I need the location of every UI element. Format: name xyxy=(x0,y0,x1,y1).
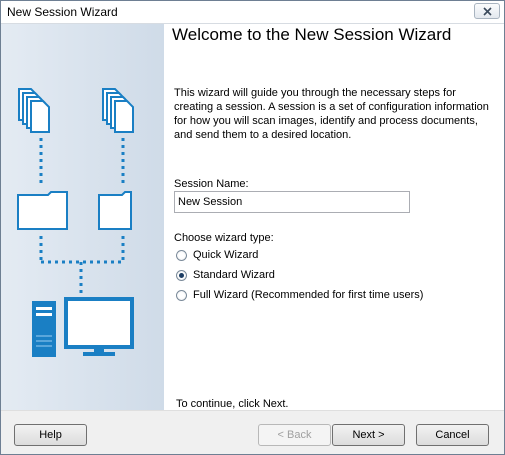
page-title: Welcome to the New Session Wizard xyxy=(172,25,452,44)
session-name-input[interactable] xyxy=(174,191,410,213)
session-flow-illustration xyxy=(17,88,134,357)
wizard-window: New Session Wizard Welcome to the New Se… xyxy=(0,0,505,455)
folder-icon-right xyxy=(98,191,132,230)
back-button[interactable]: < Back xyxy=(258,424,331,446)
radio-label: Full Wizard (Recommended for first time … xyxy=(193,289,424,301)
radio-full-wizard[interactable]: Full Wizard (Recommended for first time … xyxy=(176,289,423,301)
radio-button[interactable] xyxy=(176,249,187,261)
radio-label: Quick Wizard xyxy=(193,249,259,261)
cancel-button[interactable]: Cancel xyxy=(416,424,489,446)
wizard-type-label: Choose wizard type: xyxy=(174,232,274,244)
radio-standard-wizard[interactable]: Standard Wizard xyxy=(176,269,275,281)
wizard-description: This wizard will guide you through the n… xyxy=(174,87,489,141)
continue-instruction: To continue, click Next. xyxy=(176,398,289,410)
help-button[interactable]: Help xyxy=(14,424,87,446)
wizard-content: Welcome to the New Session Wizard This w… xyxy=(164,24,504,410)
radio-button-selected[interactable] xyxy=(176,269,187,281)
title-bar[interactable]: New Session Wizard xyxy=(1,1,504,24)
wizard-illustration-panel xyxy=(1,24,164,410)
button-bar: Help < Back Next > Cancel xyxy=(1,410,504,454)
documents-icon-right xyxy=(102,88,134,133)
radio-button[interactable] xyxy=(176,289,187,301)
close-button[interactable] xyxy=(474,3,500,19)
radio-label: Standard Wizard xyxy=(193,269,275,281)
documents-icon-left xyxy=(18,88,50,133)
close-icon xyxy=(482,6,492,16)
session-name-label: Session Name: xyxy=(174,178,249,190)
next-button[interactable]: Next > xyxy=(332,424,405,446)
folder-icon-left xyxy=(17,191,68,230)
computer-tower-icon xyxy=(32,301,56,357)
window-title: New Session Wizard xyxy=(7,5,118,19)
radio-quick-wizard[interactable]: Quick Wizard xyxy=(176,249,258,261)
monitor-icon xyxy=(64,297,134,356)
